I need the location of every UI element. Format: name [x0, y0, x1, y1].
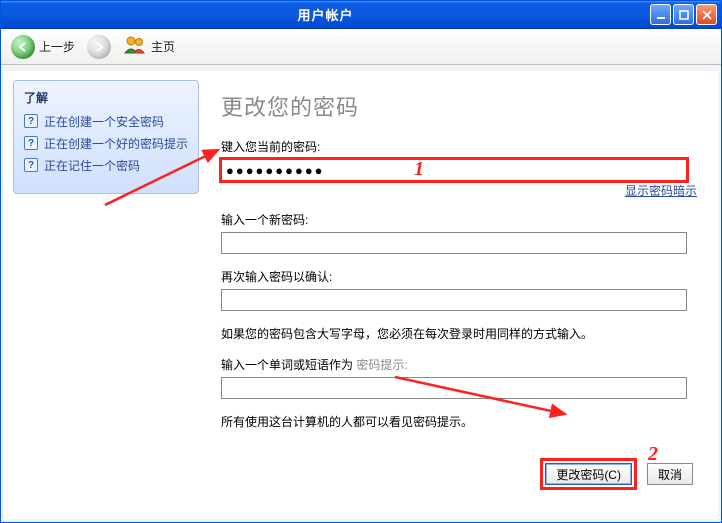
help-item[interactable]: ? 正在创建一个好的密码提示 [24, 136, 188, 152]
help-item[interactable]: ? 正在记住一个密码 [24, 158, 188, 174]
minimize-button[interactable] [650, 4, 671, 25]
window-title: 用户帐户 [1, 5, 650, 24]
toolbar: 上一步 主页 [1, 29, 721, 65]
home-label: 主页 [151, 38, 175, 55]
back-button[interactable]: 上一步 [7, 33, 79, 61]
help-heading: 了解 [24, 89, 188, 106]
maximize-button[interactable] [673, 4, 694, 25]
forward-arrow-icon [87, 35, 111, 59]
help-link[interactable]: 正在创建一个好的密码提示 [44, 136, 188, 152]
sidebar: 了解 ? 正在创建一个安全密码 ? 正在创建一个好的密码提示 ? 正在记住一个密… [5, 72, 207, 518]
change-password-button[interactable]: 更改密码(C) [545, 463, 632, 485]
main-content: 更改您的密码 键入您当前的密码: 显示密码暗示 输入一个新密码: 再次输入密码以… [207, 72, 717, 518]
people-icon [123, 35, 147, 58]
show-hint-link[interactable]: 显示密码暗示 [625, 182, 697, 199]
help-icon: ? [24, 158, 38, 172]
submit-highlight: 更改密码(C) [540, 458, 637, 490]
confirm-password-label: 再次输入密码以确认: [221, 268, 695, 285]
help-icon: ? [24, 136, 38, 150]
help-item[interactable]: ? 正在创建一个安全密码 [24, 114, 188, 130]
window-frame: 用户帐户 上一步 [0, 0, 722, 523]
body-area: 了解 ? 正在创建一个安全密码 ? 正在创建一个好的密码提示 ? 正在记住一个密… [1, 65, 721, 522]
visibility-note: 所有使用这台计算机的人都可以看见密码提示。 [221, 413, 695, 430]
caps-note: 如果您的密码包含大写字母，您必须在每次登录时用同样的方式输入。 [221, 325, 695, 342]
confirm-password-input[interactable] [221, 289, 687, 311]
home-button[interactable]: 主页 [119, 33, 179, 60]
help-link[interactable]: 正在记住一个密码 [44, 158, 140, 174]
close-button[interactable] [696, 4, 717, 25]
help-icon: ? [24, 114, 38, 128]
cancel-button[interactable]: 取消 [647, 463, 693, 485]
title-bar: 用户帐户 [1, 1, 721, 29]
hint-label: 输入一个单词或短语作为 密码提示: [221, 356, 695, 373]
help-link[interactable]: 正在创建一个安全密码 [44, 114, 164, 130]
page-heading: 更改您的密码 [221, 90, 695, 122]
back-label: 上一步 [39, 38, 75, 55]
forward-button[interactable] [83, 33, 115, 61]
help-panel: 了解 ? 正在创建一个安全密码 ? 正在创建一个好的密码提示 ? 正在记住一个密… [13, 80, 199, 194]
new-password-label: 输入一个新密码: [221, 211, 695, 228]
back-arrow-icon [11, 35, 35, 59]
current-password-label: 键入您当前的密码: [221, 138, 695, 155]
new-password-input[interactable] [221, 232, 687, 254]
current-password-input[interactable] [221, 159, 687, 181]
password-hint-input[interactable] [221, 377, 687, 399]
